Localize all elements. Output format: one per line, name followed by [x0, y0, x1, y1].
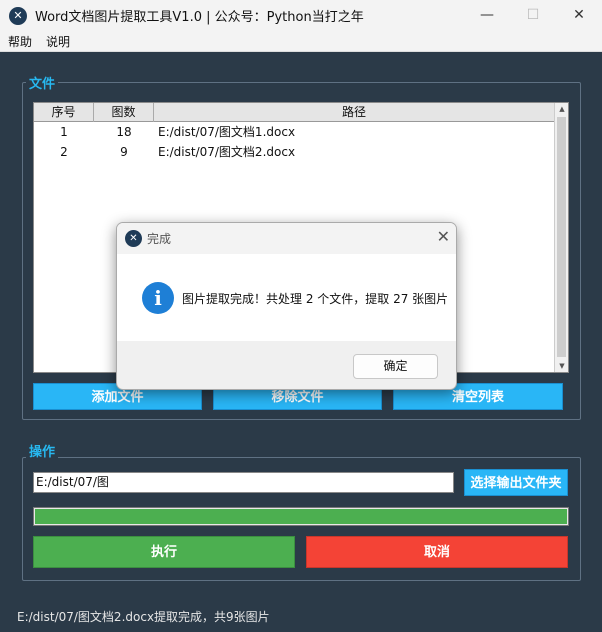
- dialog-title-bar: ✕ 完成 ✕: [117, 223, 456, 254]
- scroll-thumb[interactable]: [557, 117, 566, 357]
- scroll-up-icon[interactable]: ▲: [555, 103, 569, 115]
- menu-bar: 帮助 说明: [0, 31, 602, 52]
- column-header-path[interactable]: 路径: [154, 103, 554, 122]
- progress-fill: [35, 509, 567, 524]
- output-path-field[interactable]: E:/dist/07/图: [33, 472, 454, 493]
- table-row[interactable]: 1 18 E:/dist/07/图文档1.docx: [34, 122, 554, 142]
- window-title: Word文档图片提取工具V1.0 | 公众号：Python当打之年: [35, 10, 364, 25]
- column-header-count[interactable]: 图数: [94, 103, 154, 122]
- window-controls: — ☐ ✕: [464, 0, 602, 31]
- minimize-button[interactable]: —: [464, 0, 510, 31]
- menu-instructions[interactable]: 说明: [46, 33, 70, 50]
- cell-count: 9: [120, 145, 128, 159]
- completion-dialog: ✕ 完成 ✕ i 图片提取完成！共处理 2 个文件，提取 27 张图片 确定: [116, 222, 457, 390]
- info-icon: i: [142, 282, 174, 314]
- maximize-button[interactable]: ☐: [510, 0, 556, 31]
- cell-index: 2: [60, 145, 68, 159]
- scroll-down-icon[interactable]: ▼: [555, 360, 569, 372]
- progress-bar: [33, 507, 569, 526]
- title-bar: ✕ Word文档图片提取工具V1.0 | 公众号：Python当打之年 — ☐ …: [0, 0, 602, 31]
- table-header: 序号 图数 路径: [34, 103, 554, 122]
- dialog-title: 完成: [147, 232, 172, 246]
- choose-output-folder-button[interactable]: 选择输出文件夹: [464, 469, 568, 496]
- files-group-title: 文件: [26, 73, 59, 92]
- table-scrollbar[interactable]: ▲ ▼: [554, 103, 568, 372]
- cell-path: E:/dist/07/图文档2.docx: [158, 145, 296, 159]
- cell-count: 18: [116, 125, 132, 139]
- app-logo-icon: ✕: [125, 230, 142, 247]
- menu-help[interactable]: 帮助: [8, 33, 32, 50]
- close-button[interactable]: ✕: [556, 0, 602, 31]
- ops-group-title: 操作: [26, 441, 59, 460]
- app-logo-icon: ✕: [9, 6, 27, 25]
- column-header-index[interactable]: 序号: [34, 103, 94, 122]
- table-row[interactable]: 2 9 E:/dist/07/图文档2.docx: [34, 142, 554, 162]
- cancel-button[interactable]: 取消: [306, 536, 568, 568]
- dialog-message: 图片提取完成！共处理 2 个文件，提取 27 张图片: [182, 292, 449, 306]
- cell-path: E:/dist/07/图文档1.docx: [158, 125, 296, 139]
- dialog-body: i 图片提取完成！共处理 2 个文件，提取 27 张图片: [117, 254, 456, 341]
- ok-button[interactable]: 确定: [353, 354, 438, 379]
- cell-index: 1: [60, 125, 68, 139]
- dialog-close-icon[interactable]: ✕: [437, 227, 450, 246]
- status-bar-text: E:/dist/07/图文档2.docx提取完成，共9张图片: [17, 610, 270, 624]
- execute-button[interactable]: 执行: [33, 536, 295, 568]
